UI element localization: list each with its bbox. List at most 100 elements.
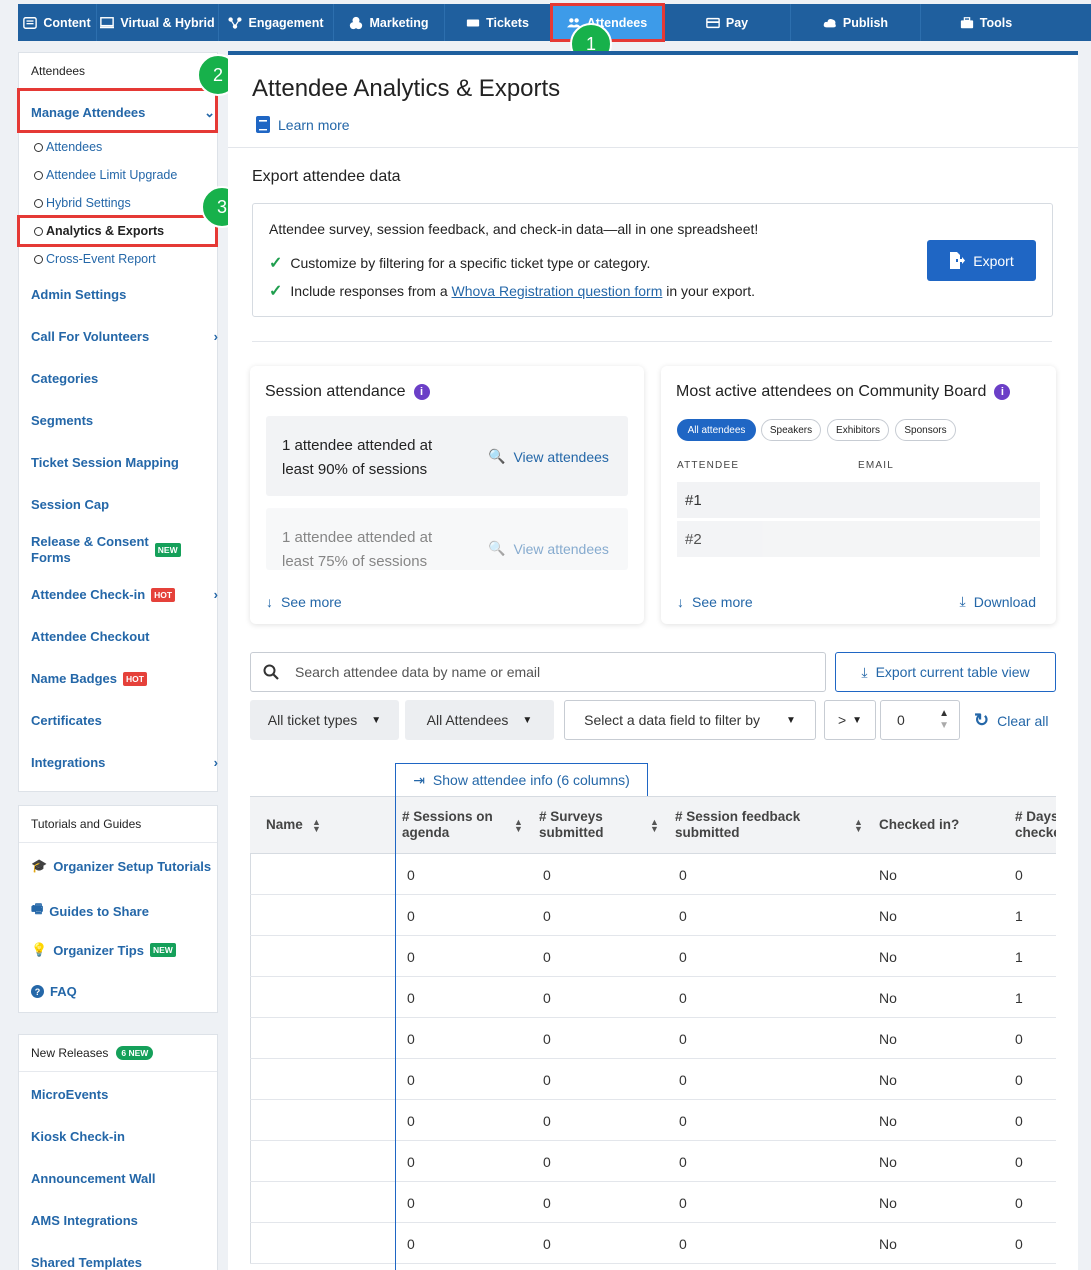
sidebar-item-attendee-checkin[interactable]: Attendee Check-in HOT › (31, 587, 218, 602)
info-icon[interactable]: i (413, 384, 430, 400)
session-stat-row: 1 attendee attended at least 90% of sess… (266, 416, 628, 496)
tutorial-faq[interactable]: ? FAQ (31, 984, 77, 999)
col-sessions[interactable]: # Sessions on agenda (402, 809, 512, 841)
see-more-link[interactable]: ↓ See more (266, 594, 342, 610)
sort-icon[interactable]: ▲ ▼ (514, 818, 523, 834)
tab-publish[interactable]: Publish (791, 4, 921, 41)
sidebar-sub-limit-upgrade[interactable]: Attendee Limit Upgrade (34, 168, 177, 182)
export-table-view-button[interactable]: ⤓ Export current table view (835, 652, 1056, 692)
table-row[interactable]: 0 0 0 No 1 (250, 936, 1056, 977)
col-checked-in[interactable]: Checked in? (879, 817, 959, 833)
circle-icon (34, 254, 43, 264)
tab-tickets[interactable]: Tickets (445, 4, 551, 41)
data-field-select[interactable]: Select a data field to filter by ▼ (564, 700, 816, 740)
tutorial-tips[interactable]: 💡 Organizer Tips NEW (31, 942, 176, 958)
chevron-right-icon: › (213, 329, 218, 344)
pill-sponsors[interactable]: Sponsors (895, 419, 956, 441)
table-cell: No (879, 1072, 897, 1088)
table-row[interactable]: 0 0 0 No 0 (250, 1018, 1056, 1059)
table-row[interactable]: 0 0 0 No 0 (250, 1059, 1056, 1100)
sidebar-item-name-badges[interactable]: Name Badges HOT (31, 671, 147, 686)
sidebar-item-attendee-checkout[interactable]: Attendee Checkout (31, 629, 149, 644)
table-cell: 0 (543, 949, 551, 965)
sidebar-item-session-cap[interactable]: Session Cap (31, 497, 109, 512)
sort-icon[interactable]: ▲ ▼ (854, 818, 863, 834)
col-surveys[interactable]: # Surveys submitted (539, 809, 634, 841)
show-attendee-info-button[interactable]: ⇥ Show attendee info (6 columns) (395, 763, 648, 796)
pill-speakers[interactable]: Speakers (761, 419, 821, 441)
page-title: Attendee Analytics & Exports (252, 75, 561, 102)
view-attendees-link[interactable]: 🔍 View attendees (488, 448, 609, 465)
learn-more-link[interactable]: Learn more (256, 116, 350, 133)
sidebar-sub-attendees[interactable]: Attendees (34, 140, 102, 154)
card-icon (706, 17, 720, 28)
tab-content[interactable]: Content (18, 4, 97, 41)
table-row[interactable]: 0 0 0 No 0 (250, 1141, 1056, 1182)
view-attendees-link[interactable]: 🔍 View attendees (488, 540, 609, 557)
sidebar-sub-cross-event[interactable]: Cross-Event Report (34, 252, 156, 266)
sidebar-item-integrations[interactable]: Integrations › (31, 755, 218, 770)
table-cell: 0 (543, 1072, 551, 1088)
export-button[interactable]: Export (927, 240, 1036, 281)
sidebar-item-admin-settings[interactable]: Admin Settings (31, 287, 126, 302)
release-announcement-wall[interactable]: Announcement Wall (31, 1171, 155, 1186)
sort-icon[interactable]: ▲ ▼ (650, 818, 659, 834)
sidebar-item-ticket-session-mapping[interactable]: Ticket Session Mapping (31, 455, 179, 470)
table-row[interactable]: 0 0 0 No 0 (250, 1223, 1056, 1264)
sidebar-item-certificates[interactable]: Certificates (31, 713, 102, 728)
pill-exhibitors[interactable]: Exhibitors (827, 419, 889, 441)
attendee-select[interactable]: All Attendees ▼ (405, 700, 554, 740)
value-stepper[interactable]: 0 ▲ ▼ (880, 700, 960, 740)
sidebar-item-call-for-volunteers[interactable]: Call For Volunteers › (31, 329, 218, 344)
sidebar-sub-hybrid-settings[interactable]: Hybrid Settings (34, 196, 131, 210)
tab-virtual-hybrid[interactable]: Virtual & Hybrid (97, 4, 219, 41)
search-chart-icon: 🔍 (488, 540, 506, 556)
ticket-type-select[interactable]: All ticket types ▼ (250, 700, 399, 740)
circle-icon (34, 198, 43, 208)
table-row[interactable]: 0 0 0 No 0 (250, 854, 1056, 895)
release-ams[interactable]: AMS Integrations (31, 1213, 138, 1228)
marketing-icon (350, 16, 363, 29)
download-icon: ⤓ (861, 663, 868, 680)
release-shared-templates[interactable]: Shared Templates (31, 1255, 142, 1270)
sidebar-item-categories[interactable]: Categories (31, 371, 98, 386)
tab-engagement[interactable]: Engagement (219, 4, 334, 41)
table-cell: 0 (407, 1031, 415, 1047)
table-row[interactable]: 0 0 0 No 0 (250, 1100, 1056, 1141)
table-cell: 0 (407, 1236, 415, 1252)
table-cell: 0 (543, 1195, 551, 1211)
table-cell: 0 (543, 1031, 551, 1047)
check-icon: ✓ (269, 255, 283, 272)
download-link[interactable]: ⤓ Download (960, 593, 1036, 610)
sidebar-item-release-consent[interactable]: Release & Consent Forms NEW (31, 534, 181, 566)
tutorial-guides[interactable]: 🖷 Guides to Share (31, 900, 149, 922)
col-days-checked[interactable]: # Days checked (1015, 809, 1056, 841)
sidebar-item-segments[interactable]: Segments (31, 413, 93, 428)
see-more-link[interactable]: ↓ See more (677, 594, 753, 610)
chevron-right-icon: › (213, 587, 218, 602)
release-kiosk[interactable]: Kiosk Check-in (31, 1129, 125, 1144)
tab-tools[interactable]: Tools (921, 4, 1051, 41)
info-icon[interactable]: i (994, 384, 1011, 400)
table-row[interactable]: 0 0 0 No 1 (250, 895, 1056, 936)
circle-icon (34, 170, 43, 180)
table-row[interactable]: 0 0 0 No 1 (250, 977, 1056, 1018)
stepper-arrows-icon[interactable]: ▲ ▼ (939, 708, 949, 732)
table-cell: 0 (679, 949, 687, 965)
registration-form-link[interactable]: Whova Registration question form (452, 283, 663, 299)
col-name[interactable]: Name ▲ ▼ (266, 817, 321, 834)
col-session-feedback[interactable]: # Session feedback submitted (675, 809, 825, 841)
tab-pay[interactable]: Pay (664, 4, 791, 41)
table-cell: No (879, 908, 897, 924)
tutorial-setup[interactable]: 🎓 Organizer Setup Tutorials (31, 858, 211, 874)
pill-all-attendees[interactable]: All attendees (677, 419, 756, 441)
question-icon: ? (31, 985, 44, 998)
release-microevents[interactable]: MicroEvents (31, 1087, 108, 1102)
clear-all-button[interactable]: ↻ Clear all (974, 710, 1048, 731)
operator-select[interactable]: > ▼ (824, 700, 876, 740)
monitor-icon (100, 16, 115, 28)
tab-marketing[interactable]: Marketing (334, 4, 445, 41)
search-input[interactable]: Search attendee data by name or email (250, 652, 826, 692)
table-row[interactable]: 0 0 0 No 0 (250, 1182, 1056, 1223)
table-cell: 0 (679, 990, 687, 1006)
